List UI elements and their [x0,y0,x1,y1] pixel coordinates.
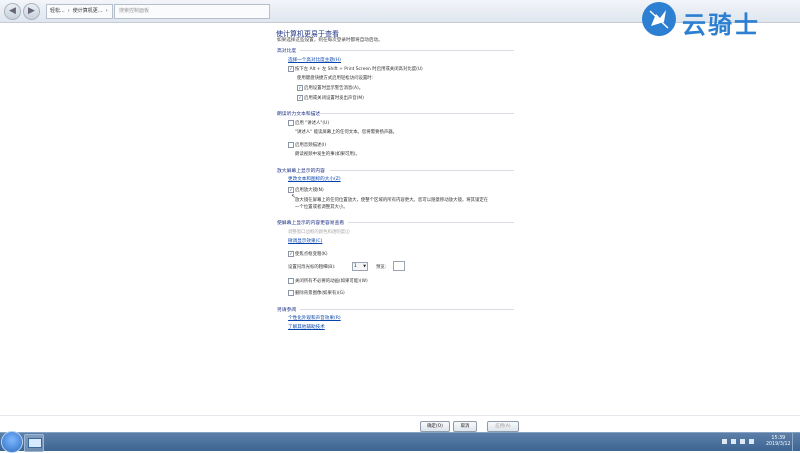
network-icon[interactable] [740,439,745,444]
taskbar-control-panel-button[interactable] [24,434,44,452]
choose-theme-link[interactable]: 选择一个高对比度主题(H) [288,57,341,63]
cancel-button[interactable]: 取消 [453,421,477,432]
taskbar: 15:39 2019/3/12 [0,431,800,453]
disable-animations-label: 关闭所有不必要的动画(如果可能)(W) [295,279,368,284]
cursor-thickness-value: 1 [354,264,357,269]
forward-button[interactable]: ▶ [23,3,40,20]
section-divider [318,113,514,114]
section-divider [348,222,514,223]
assistive-tech-link[interactable]: 了解其他辅助技术 [288,324,325,330]
search-input[interactable]: 搜索控制面板 [114,4,270,19]
breadcrumb-separator: › [67,8,70,14]
cursor-preview-box [393,261,405,271]
shortcut-sub-heading: 使用键盘快捷方式启用轻松访问设置时: [297,76,374,81]
thick-focus-checkbox[interactable] [288,251,294,257]
ok-button[interactable]: 确定(O) [420,421,450,432]
section-divider [300,50,514,51]
fine-tune-display-link[interactable]: 微调显示效果(C) [288,238,322,244]
page-subtitle: 如果选择这些设置，则在每次登录时都将自动启动。 [277,38,383,43]
audio-description-checkbox[interactable] [288,142,294,148]
sound-checkbox[interactable] [297,95,303,101]
narrator-label: 启用 "讲述人"(U) [295,121,330,126]
tray-arrow-icon[interactable] [722,439,727,444]
preview-label: 预览: [376,265,387,270]
narrator-heading: 朗读听力文本和描述 [277,112,321,117]
cursor-thickness-label: 设置闪烁光标的粗细(B): [288,265,336,270]
magnify-heading: 放大屏幕上显示的内容 [277,169,325,174]
disable-animations-checkbox[interactable] [288,278,294,284]
narrator-checkbox[interactable] [288,120,294,126]
cursor-thickness-select[interactable]: 1 ▼ [352,262,368,271]
sound-label: 启用或关闭设置时发出声音(M) [304,96,364,101]
see-also-heading: 另请参阅 [277,308,297,313]
section-divider [330,170,514,171]
high-contrast-shortcut-label: 按下左 Alt + 左 Shift + Print Screen 时启用或关闭高… [295,67,423,72]
magnifier-description-2: 一个位置或者调整其大小。 [295,205,348,210]
apply-button[interactable]: 应用(A) [487,421,519,432]
high-contrast-shortcut-checkbox[interactable] [288,66,294,72]
magnifier-description: 放大镜在屏幕上的任何位置放大，使整个区域的所有内容更大。您可以随意移动放大镜，将… [295,198,489,203]
visibility-heading: 使屏幕上显示的内容更容易查看 [277,221,345,226]
button-bar-divider [0,415,800,416]
warning-message-checkbox[interactable] [297,85,303,91]
remove-background-label: 删除背景图像(如果有)(G) [295,291,345,296]
personalize-link[interactable]: 个性化外观和声音效果(R) [288,315,341,321]
flag-icon[interactable] [731,439,736,444]
thick-focus-label: 使焦点框变粗(K) [295,252,328,257]
clock-date: 2019/3/12 [766,442,791,447]
knight-icon [642,2,676,36]
change-text-size-link[interactable]: 更改文本和图标的大小(Z) [288,176,341,182]
audio-description-label: 启用音频描述(I) [295,143,327,148]
logo-text: 云骑士 [682,11,760,39]
high-contrast-heading: 高对比度 [277,49,297,54]
show-desktop-button[interactable] [792,433,800,451]
narrator-description: "讲述人" 能读屏幕上的任何文本。您将需要扬声器。 [295,130,398,135]
breadcrumb-separator: › [105,8,108,14]
breadcrumb-item[interactable]: 轻松... [50,8,65,14]
mouse-cursor-icon: ↖ [291,193,297,200]
taskbar-clock[interactable]: 15:39 2019/3/12 [766,436,791,448]
back-button[interactable]: ◀ [4,3,21,20]
speaker-icon[interactable] [749,439,754,444]
audio-description-description: 朗读视频中发生的事(如果可用)。 [295,152,360,157]
window-border-link[interactable]: 调整窗口边框的颜色和透明度(J) [288,229,350,235]
chevron-down-icon: ▼ [363,264,366,268]
breadcrumb[interactable]: 轻松... › 使计算机更... › [46,4,113,19]
remove-background-checkbox[interactable] [288,290,294,296]
magnifier-label: 启用放大镜(N) [295,188,324,193]
breadcrumb-item[interactable]: 使计算机更... [73,8,103,14]
monitor-icon [28,438,42,448]
brand-logo: 云骑士 [636,0,800,39]
warning-message-label: 启用设置时显示警告消息(A)。 [304,86,364,91]
section-divider [300,309,514,310]
